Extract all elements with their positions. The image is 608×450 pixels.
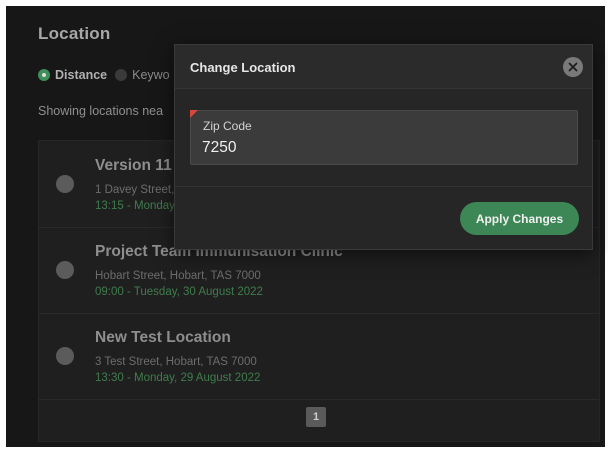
location-time: 09:00 - Tuesday, 30 August 2022 — [95, 286, 263, 298]
location-select-icon — [56, 175, 74, 193]
location-address: 3 Test Street, Hobart, TAS 7000 — [95, 356, 257, 368]
radio-unchecked-icon — [115, 69, 128, 81]
search-mode-radio-group: Distance Keywo — [38, 68, 178, 82]
location-address: 1 Davey Street, — [95, 184, 175, 196]
zip-code-field[interactable]: Zip Code — [190, 110, 578, 165]
location-item[interactable]: New Test Location 3 Test Street, Hobart,… — [39, 313, 599, 400]
close-icon — [568, 62, 578, 72]
dialog-body: Zip Code — [175, 89, 592, 187]
pagination-page-button[interactable]: 1 — [306, 407, 326, 427]
zip-code-input[interactable] — [202, 137, 562, 159]
radio-keyword[interactable]: Keywo — [115, 68, 170, 82]
location-time: 13:15 - Monday — [95, 200, 175, 212]
radio-checked-icon — [38, 69, 50, 81]
change-location-dialog: Change Location Zip Code Apply Changes — [174, 44, 593, 250]
location-select-icon — [56, 261, 74, 279]
zip-code-label: Zip Code — [203, 119, 252, 133]
close-button[interactable] — [563, 57, 583, 77]
required-marker-icon — [190, 110, 198, 118]
dialog-title: Change Location — [190, 60, 296, 75]
location-name: Version 11 I — [95, 157, 181, 174]
radio-label-keyword: Keywo — [132, 68, 170, 82]
showing-locations-text: Showing locations nea — [38, 104, 164, 118]
location-address: Hobart Street, Hobart, TAS 7000 — [95, 270, 261, 282]
location-name: New Test Location — [95, 329, 231, 346]
dialog-header: Change Location — [175, 45, 592, 89]
apply-changes-button[interactable]: Apply Changes — [460, 202, 579, 235]
location-select-icon — [56, 347, 74, 365]
radio-label-distance: Distance — [55, 68, 108, 82]
panel-title: Location — [38, 24, 111, 43]
radio-distance[interactable]: Distance — [38, 68, 107, 82]
location-time: 13:30 - Monday, 29 August 2022 — [95, 372, 261, 384]
